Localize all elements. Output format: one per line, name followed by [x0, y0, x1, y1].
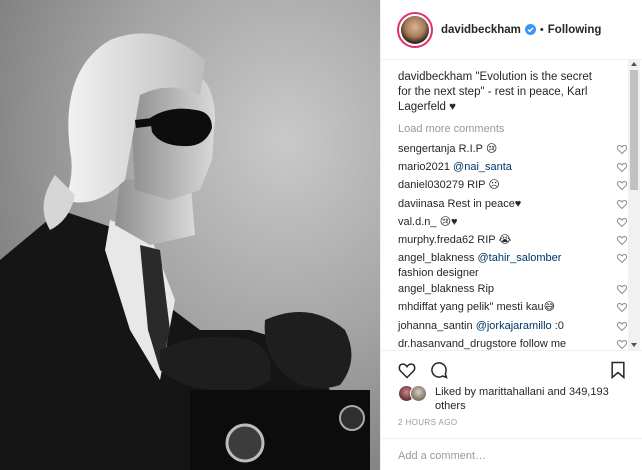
comment-mention[interactable]: @jorkajaramillo — [476, 320, 552, 332]
comment-row: murphy.freda62 RIP 😭 — [398, 232, 627, 250]
comment-body: yang pelik" mesti kau😅 — [440, 301, 556, 314]
comment-heart-icon[interactable] — [616, 216, 627, 228]
comment-text: angel_blakness @tahir_salomber fashion d… — [398, 250, 598, 281]
comment-heart-icon[interactable] — [616, 234, 627, 246]
comment-row: val.d.n_ 😢♥ — [398, 214, 627, 232]
comment-body: fashion designer — [398, 267, 479, 280]
comments-scrollbar[interactable] — [628, 60, 640, 350]
post-header: davidbeckham • Following — [381, 0, 642, 60]
liker-username[interactable]: marittahallani — [479, 386, 544, 398]
comment-list: sengertanja R.I.P 😢 mario2021 @nai_santad… — [398, 141, 627, 350]
comment-row: johanna_santin @jorkajaramillo :0 — [398, 318, 627, 336]
comment-row: mhdiffat yang pelik" mesti kau😅 — [398, 299, 627, 317]
comment-body: :0 — [551, 319, 564, 332]
comment-heart-icon[interactable] — [616, 338, 627, 350]
avatar-image — [401, 15, 429, 44]
comment-row: sengertanja R.I.P 😢 — [398, 141, 627, 159]
post-photo-image — [0, 33, 370, 470]
comment-username[interactable]: daniel030279 — [398, 179, 464, 191]
author-username[interactable]: davidbeckham — [441, 24, 521, 36]
comment-heart-icon[interactable] — [616, 283, 627, 295]
bookmark-icon[interactable] — [608, 360, 628, 380]
scroll-up-arrow[interactable] — [631, 62, 637, 66]
comment-username[interactable]: sengertanja — [398, 143, 456, 155]
post-timestamp[interactable]: 2 HOURS AGO — [398, 418, 458, 427]
header-separator: • — [539, 23, 544, 36]
likes-summary: Liked by marittahallani and 349,193 othe… — [398, 385, 625, 413]
comment-body: 😢♥ — [439, 215, 458, 228]
comment-body: R.I.P 😢 — [458, 143, 498, 155]
comment-heart-icon[interactable] — [616, 252, 627, 264]
comment-body: Rip — [477, 283, 495, 296]
comment-body: RIP 😭 — [477, 233, 512, 246]
comment-username[interactable]: murphy.freda62 — [398, 234, 474, 246]
comment-mention[interactable]: @tahir_salomber — [478, 252, 562, 264]
comment-body: Rest in peace♥ — [447, 197, 522, 210]
scroll-thumb[interactable] — [630, 70, 638, 190]
comment-heart-icon[interactable] — [616, 198, 627, 210]
add-comment-input[interactable]: Add a comment… — [381, 438, 642, 470]
comment-text: mario2021 @nai_santa — [398, 159, 598, 175]
comment-mention[interactable]: @nai_santa — [453, 161, 512, 173]
comment-heart-icon[interactable] — [616, 143, 627, 155]
comment-text: johanna_santin @jorkajaramillo :0 — [398, 318, 598, 334]
comment-text: daviinasa Rest in peace♥ — [398, 196, 598, 212]
following-button[interactable]: Following — [548, 24, 602, 36]
like-heart-icon[interactable] — [397, 360, 417, 380]
comment-row: angel_blakness @tahir_salomber fashion d… — [398, 250, 627, 281]
comment-text: angel_blakness Rip — [398, 281, 598, 297]
comment-username[interactable]: angel_blakness — [398, 283, 474, 295]
post-photo[interactable] — [0, 0, 380, 470]
comment-text: val.d.n_ 😢♥ — [398, 214, 598, 230]
comment-heart-icon[interactable] — [616, 320, 627, 332]
comment-row: daniel030279 RIP ☹ — [398, 177, 627, 195]
comment-text: daniel030279 RIP ☹ — [398, 177, 598, 193]
liked-by-label: Liked by — [435, 386, 476, 398]
comment-username[interactable]: val.d.n_ — [398, 216, 437, 228]
scroll-down-arrow[interactable] — [631, 343, 637, 347]
likes-and-label: and — [547, 386, 566, 398]
comment-username[interactable]: daviinasa — [398, 198, 444, 210]
comment-row: angel_blakness Rip — [398, 281, 627, 299]
comment-heart-icon[interactable] — [616, 161, 627, 173]
comment-heart-icon[interactable] — [616, 179, 627, 191]
comment-username[interactable]: mario2021 — [398, 161, 450, 173]
comment-text: sengertanja R.I.P 😢 — [398, 141, 598, 157]
instagram-post-modal: davidbeckham • Following davidbeckham "E… — [0, 0, 642, 470]
comment-text: mhdiffat yang pelik" mesti kau😅 — [398, 299, 598, 315]
comment-text: dr.hasanvand_drugstore follow me — [398, 336, 598, 350]
comment-row: mario2021 @nai_santa — [398, 159, 627, 177]
caption-username[interactable]: davidbeckham — [398, 71, 472, 83]
comment-username[interactable]: johanna_santin — [398, 320, 473, 332]
comment-username[interactable]: dr.hasanvand_drugstore — [398, 338, 517, 350]
comment-row: dr.hasanvand_drugstore follow me — [398, 336, 627, 350]
comment-username[interactable]: mhdiffat — [398, 301, 437, 313]
post-side-panel: davidbeckham • Following davidbeckham "E… — [380, 0, 642, 470]
post-actions-bar — [381, 350, 642, 386]
comments-area[interactable]: davidbeckham "Evolution is the secret fo… — [381, 60, 627, 350]
comment-row: daviinasa Rest in peace♥ — [398, 196, 627, 214]
author-avatar[interactable] — [397, 11, 433, 48]
comment-body: RIP ☹ — [467, 179, 500, 192]
load-more-comments-button[interactable]: Load more comments — [398, 123, 627, 135]
comment-username[interactable]: angel_blakness — [398, 252, 474, 264]
likes-text: Liked by marittahallani and 349,193 othe… — [435, 385, 625, 413]
liker-avatar[interactable] — [410, 385, 427, 402]
comment-text: murphy.freda62 RIP 😭 — [398, 232, 598, 248]
comment-heart-icon[interactable] — [616, 301, 627, 313]
comment-bubble-icon[interactable] — [429, 360, 449, 380]
comment-body: follow me — [519, 337, 567, 350]
verified-badge-icon — [524, 24, 536, 35]
post-caption: davidbeckham "Evolution is the secret fo… — [398, 70, 608, 115]
